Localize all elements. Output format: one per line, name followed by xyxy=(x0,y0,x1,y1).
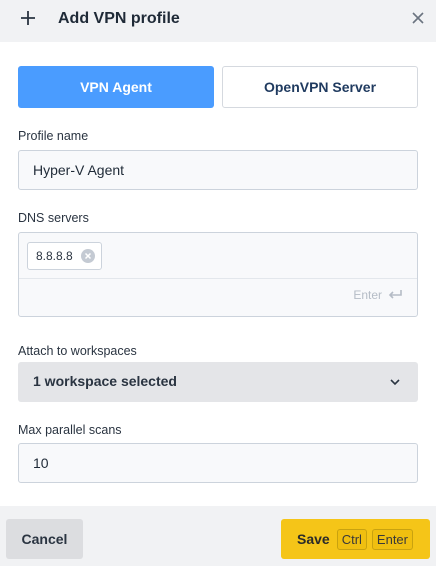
chevron-down-icon xyxy=(390,379,400,386)
dialog-footer: Cancel Save Ctrl Enter xyxy=(0,506,436,566)
form-panel: VPN Agent OpenVPN Server Profile name DN… xyxy=(0,42,436,506)
profile-name-input[interactable] xyxy=(18,150,418,190)
tab-openvpn-server[interactable]: OpenVPN Server xyxy=(222,66,418,108)
dns-servers-label: DNS servers xyxy=(18,211,89,225)
dns-tag-label: 8.8.8.8 xyxy=(36,249,73,263)
dns-tag: 8.8.8.8 xyxy=(27,242,102,270)
dns-tag-row: 8.8.8.8 xyxy=(19,233,417,279)
dns-servers-field[interactable]: 8.8.8.8 Enter xyxy=(18,232,418,317)
shortcut-key-enter: Enter xyxy=(371,528,413,550)
close-icon[interactable] xyxy=(411,11,425,25)
plus-icon xyxy=(21,11,35,25)
dialog-title: Add VPN profile xyxy=(58,10,180,27)
dialog-header: Add VPN profile xyxy=(0,0,436,40)
save-button-label: Save xyxy=(297,531,330,547)
shortcut-key-ctrl: Ctrl xyxy=(336,528,367,550)
workspaces-selected-value: 1 workspace selected xyxy=(33,373,177,389)
remove-tag-icon[interactable] xyxy=(80,249,95,263)
max-parallel-scans-label: Max parallel scans xyxy=(18,423,122,437)
workspaces-select[interactable]: 1 workspace selected xyxy=(18,362,418,402)
tab-vpn-agent[interactable]: VPN Agent xyxy=(18,66,214,108)
max-parallel-scans-input[interactable] xyxy=(18,443,418,483)
enter-hint: Enter xyxy=(353,288,403,302)
save-button[interactable]: Save Ctrl Enter xyxy=(281,519,430,559)
enter-hint-label: Enter xyxy=(353,288,382,302)
profile-name-label: Profile name xyxy=(18,129,89,143)
cancel-button[interactable]: Cancel xyxy=(6,519,83,559)
enter-return-icon xyxy=(388,290,402,299)
attach-workspaces-label: Attach to workspaces xyxy=(18,344,137,358)
